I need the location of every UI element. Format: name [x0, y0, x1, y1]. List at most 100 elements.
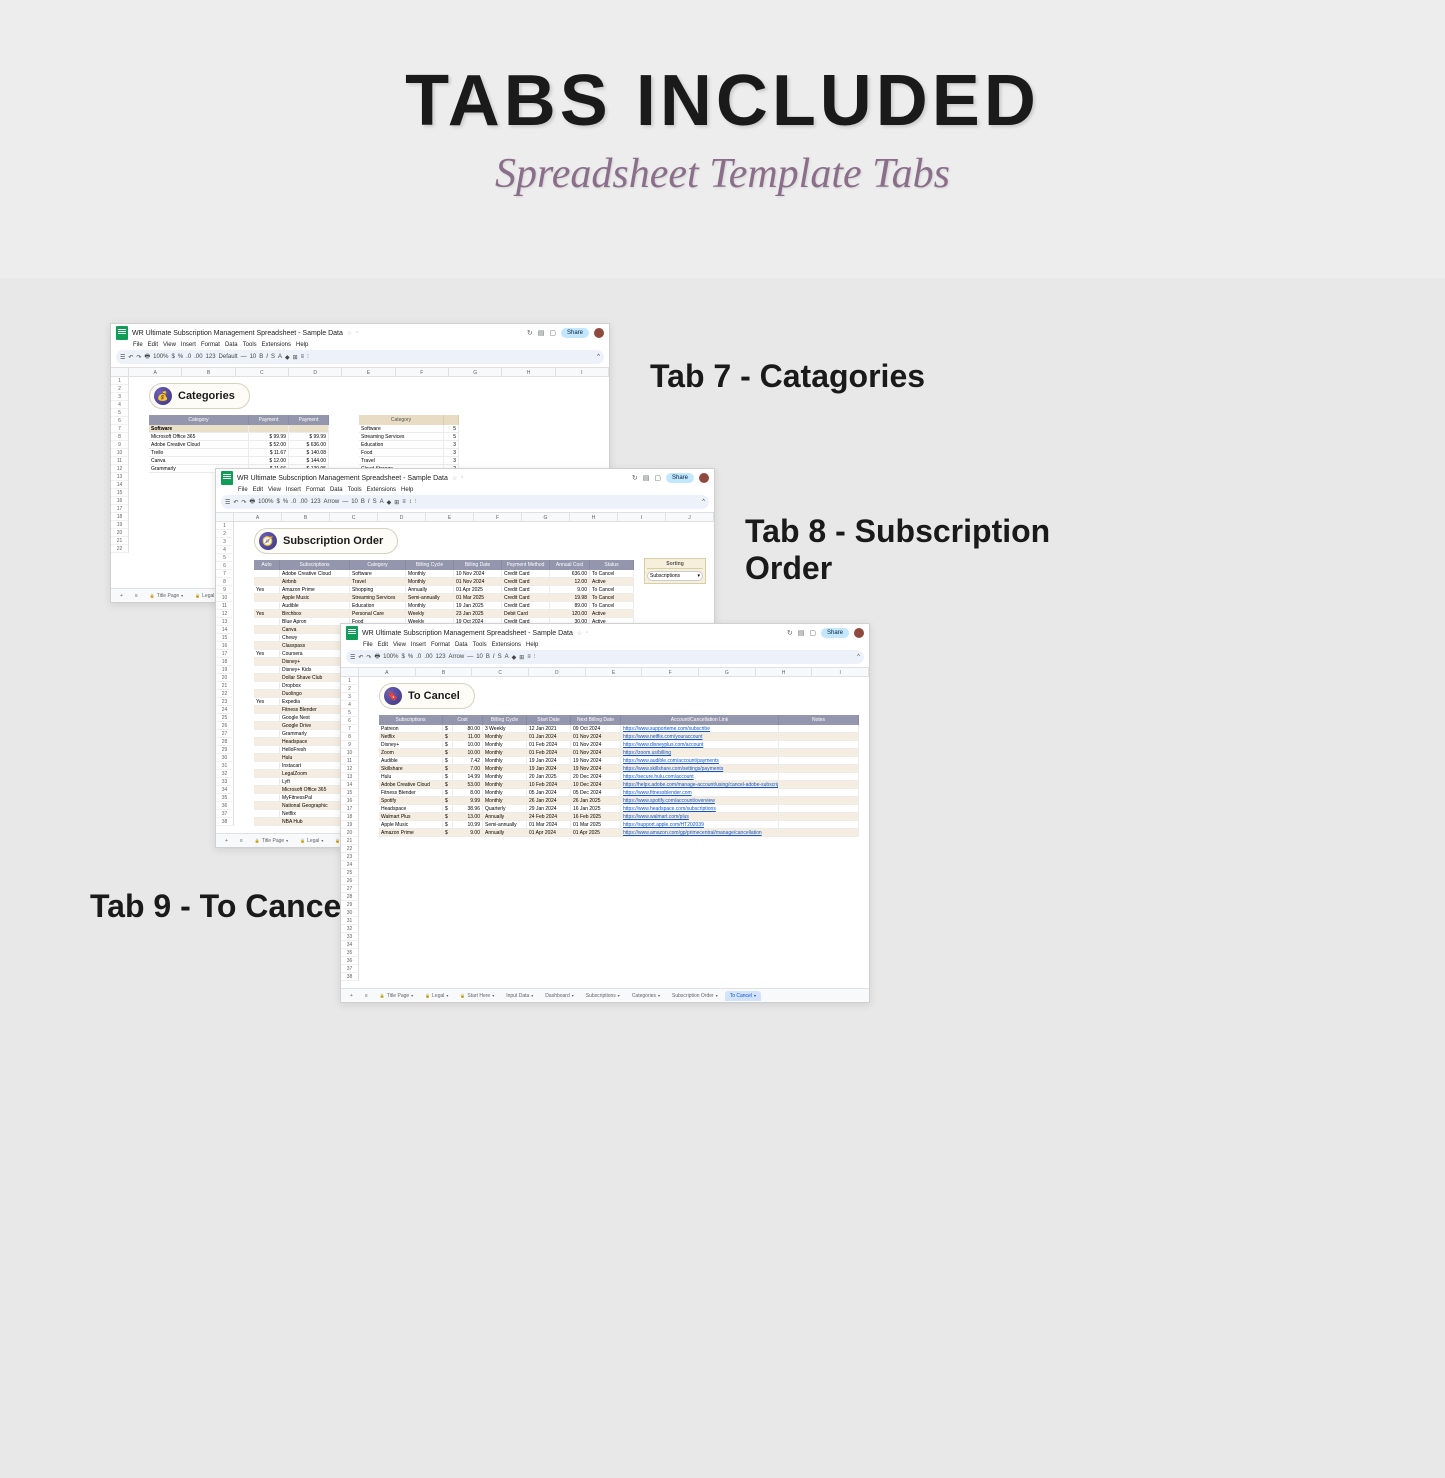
table-row[interactable]: Disney+$10.00Monthly01 Feb 202401 Nov 20…: [379, 741, 859, 749]
share-button[interactable]: Share: [666, 473, 694, 483]
table-row[interactable]: Amazon Prime$9.00Annually01 Apr 202401 A…: [379, 829, 859, 837]
menu-item[interactable]: Extensions: [492, 642, 521, 648]
avatar[interactable]: [854, 628, 864, 638]
menu-item[interactable]: Tools: [348, 487, 362, 493]
table-row[interactable]: Apple MusicStreaming ServicesSemi-annual…: [254, 594, 634, 602]
meet-icon[interactable]: ▢: [549, 329, 556, 337]
star-icon[interactable]: ☆: [452, 475, 457, 482]
sheet-tab[interactable]: Categories ▾: [627, 991, 665, 1001]
table-row[interactable]: Canva$ 12.00$ 144.00: [149, 457, 329, 465]
sheet-tab[interactable]: 🔒Legal ▾: [295, 836, 328, 846]
table-row[interactable]: Netflix$11.00Monthly01 Jan 202401 Nov 20…: [379, 733, 859, 741]
toolbar[interactable]: ☰ ↶↷🖶 100%$% .0.00123 Default—10 BIS A◆⊞…: [116, 350, 604, 364]
sheet-tab[interactable]: 🔒Start Here ▾: [455, 991, 499, 1001]
toolbar[interactable]: ☰↶↷🖶 100%$% .0.00123 Arrow—10 BIS A◆⊞ ≡⫶…: [346, 650, 864, 664]
table-row[interactable]: Zoom$10.00Monthly01 Feb 202401 Nov 2024h…: [379, 749, 859, 757]
table-row[interactable]: Adobe Creative CloudSoftwareMonthly10 No…: [254, 570, 634, 578]
all-sheets-button[interactable]: ≡: [130, 591, 143, 601]
table-row[interactable]: Audible$7.42Monthly19 Jan 202419 Nov 202…: [379, 757, 859, 765]
menu-item[interactable]: Data: [330, 487, 343, 493]
table-row[interactable]: Headspace$38.96Quarterly29 Jan 202416 Ja…: [379, 805, 859, 813]
menu-item[interactable]: File: [363, 642, 373, 648]
folder-icon[interactable]: ▫: [586, 630, 588, 636]
sheet-tab[interactable]: Subscriptions ▾: [581, 991, 625, 1001]
all-sheets-button[interactable]: ≡: [235, 836, 248, 846]
table-row[interactable]: Microsoft Office 365$ 99.99$ 99.99: [149, 433, 329, 441]
history-icon[interactable]: ↻: [787, 629, 793, 637]
table-row[interactable]: Adobe Creative Cloud$53.00Monthly10 Feb …: [379, 781, 859, 789]
menu-item[interactable]: View: [393, 642, 406, 648]
star-icon[interactable]: ☆: [347, 330, 352, 337]
sheet-tab[interactable]: 🔒Title Page ▾: [250, 836, 293, 846]
table-row[interactable]: YesAmazon PrimeShoppingAnnually01 Apr 20…: [254, 586, 634, 594]
sheet-tab[interactable]: Input Data ▾: [501, 991, 538, 1001]
table-row[interactable]: Software5: [359, 425, 459, 433]
menu-bar[interactable]: File Edit View Insert Format Data Tools Extensi…: [216, 487, 714, 495]
sheet-tabs[interactable]: +≡🔒Title Page ▾🔒Legal ▾🔒Start Here ▾Inpu…: [341, 988, 869, 1002]
toolbar[interactable]: ☰↶↷🖶 100%$% .0.00123 Arrow—10 BIS A◆⊞ ≡↕…: [221, 495, 709, 509]
menu-item[interactable]: Insert: [286, 487, 301, 493]
add-sheet-button[interactable]: +: [220, 836, 233, 846]
menu-item[interactable]: View: [268, 487, 281, 493]
menu-bar[interactable]: FileEditViewInsertFormatDataToolsExtensi…: [341, 642, 869, 650]
table-row[interactable]: Apple Music$10.99Semi-annually01 Mar 202…: [379, 821, 859, 829]
table-row[interactable]: Trello$ 11.67$ 140.08: [149, 449, 329, 457]
add-sheet-button[interactable]: +: [115, 591, 128, 601]
table-row[interactable]: Adobe Creative Cloud$ 52.00$ 636.00: [149, 441, 329, 449]
table-row[interactable]: Walmart Plus$13.00Annually24 Feb 202416 …: [379, 813, 859, 821]
meet-icon[interactable]: ▢: [654, 474, 661, 482]
menu-item[interactable]: Edit: [253, 487, 263, 493]
table-row[interactable]: Food3: [359, 449, 459, 457]
sheet-tab[interactable]: 🔒Title Page ▾: [145, 591, 188, 601]
all-sheets-button[interactable]: ≡: [360, 991, 373, 1001]
comment-icon[interactable]: ▤: [538, 329, 545, 337]
sheet-tab[interactable]: Subscription Order ▾: [667, 991, 723, 1001]
add-sheet-button[interactable]: +: [345, 991, 358, 1001]
menu-item[interactable]: Insert: [181, 342, 196, 348]
table-row[interactable]: Travel3: [359, 457, 459, 465]
sorting-dropdown[interactable]: Subscriptions▾: [647, 571, 703, 581]
sheet-tab[interactable]: To Cancel ▾: [725, 991, 761, 1001]
menu-item[interactable]: File: [133, 342, 143, 348]
history-icon[interactable]: ↻: [632, 474, 638, 482]
table-row[interactable]: Spotify$9.99Monthly26 Jan 202426 Jan 202…: [379, 797, 859, 805]
sheet-tab[interactable]: Dashboard ▾: [540, 991, 578, 1001]
folder-icon[interactable]: ▫: [461, 475, 463, 481]
menu-item[interactable]: Tools: [243, 342, 257, 348]
share-button[interactable]: Share: [821, 628, 849, 638]
star-icon[interactable]: ☆: [577, 630, 582, 637]
sheet-tab[interactable]: 🔒Title Page ▾: [375, 991, 418, 1001]
table-row[interactable]: Education3: [359, 441, 459, 449]
menu-item[interactable]: Help: [296, 342, 308, 348]
menus-icon[interactable]: ☰: [120, 354, 125, 361]
menu-item[interactable]: Format: [431, 642, 450, 648]
menu-item[interactable]: Extensions: [262, 342, 291, 348]
table-row[interactable]: Skillshare$7.00Monthly19 Jan 202419 Nov …: [379, 765, 859, 773]
folder-icon[interactable]: ▫: [356, 330, 358, 336]
menu-item[interactable]: View: [163, 342, 176, 348]
menu-item[interactable]: Extensions: [367, 487, 396, 493]
menu-item[interactable]: Edit: [148, 342, 158, 348]
comment-icon[interactable]: ▤: [798, 629, 805, 637]
table-row[interactable]: Fitness Blender$8.00Monthly05 Jan 202405…: [379, 789, 859, 797]
comment-icon[interactable]: ▤: [643, 474, 650, 482]
menu-item[interactable]: Edit: [378, 642, 388, 648]
table-row[interactable]: Hulu$14.99Monthly20 Jan 202520 Dec 2024h…: [379, 773, 859, 781]
menu-item[interactable]: File: [238, 487, 248, 493]
avatar[interactable]: [699, 473, 709, 483]
menu-item[interactable]: Help: [526, 642, 538, 648]
table-row[interactable]: AirbnbTravelMonthly01 Nov 2024Credit Car…: [254, 578, 634, 586]
menu-item[interactable]: Format: [201, 342, 220, 348]
menu-item[interactable]: Insert: [411, 642, 426, 648]
history-icon[interactable]: ↻: [527, 329, 533, 337]
menu-item[interactable]: Help: [401, 487, 413, 493]
menu-item[interactable]: Format: [306, 487, 325, 493]
share-button[interactable]: Share: [561, 328, 589, 338]
table-row[interactable]: YesBirchboxPersonal CareWeekly23 Jan 202…: [254, 610, 634, 618]
menu-item[interactable]: Data: [455, 642, 468, 648]
sheet-tab[interactable]: 🔒Legal ▾: [420, 991, 453, 1001]
table-row[interactable]: AudibleEducationMonthly19 Jan 2025Credit…: [254, 602, 634, 610]
table-row[interactable]: Software: [149, 425, 329, 433]
menu-item[interactable]: Data: [225, 342, 238, 348]
table-row[interactable]: Streaming Services5: [359, 433, 459, 441]
